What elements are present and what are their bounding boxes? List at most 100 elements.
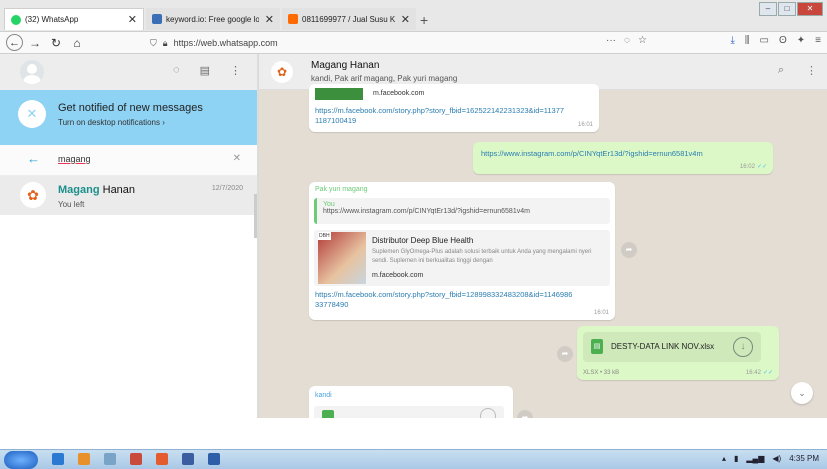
- page-actions-icon[interactable]: ···: [606, 35, 616, 46]
- minimize-button[interactable]: ‒: [759, 2, 777, 16]
- message-link[interactable]: https://www.instagram.com/p/CINYqtEr13d/…: [481, 149, 703, 158]
- forward-icon[interactable]: ➦: [517, 410, 533, 418]
- clear-search-icon[interactable]: ✕: [233, 153, 241, 164]
- maximize-button[interactable]: □: [778, 2, 796, 16]
- search-icon[interactable]: ⌕: [778, 64, 784, 77]
- reload-button[interactable]: ↻: [47, 34, 65, 52]
- download-icon[interactable]: ↓: [733, 337, 753, 357]
- pocket-icon[interactable]: ◌: [624, 35, 630, 46]
- app-icon[interactable]: [130, 453, 142, 465]
- bookmark-star-icon[interactable]: ☆: [638, 35, 647, 46]
- message-sender: Pak yuri magang: [315, 186, 368, 193]
- link-preview-domain: m.facebook.com: [373, 90, 425, 97]
- back-arrow-icon[interactable]: ←: [27, 151, 40, 166]
- chrome-icon[interactable]: [52, 453, 64, 465]
- menu-dots-icon[interactable]: ⋮: [230, 64, 241, 77]
- reader-view-icon[interactable]: ▭: [760, 35, 769, 46]
- extension-icon[interactable]: ✦: [797, 35, 805, 46]
- message-link[interactable]: https://m.facebook.com/story.php?story_f…: [315, 290, 575, 310]
- link-preview-domain: m.facebook.com: [372, 272, 424, 279]
- search-input[interactable]: magang: [58, 154, 91, 164]
- message-time-wrap: 16:02 ✓✓: [740, 163, 767, 170]
- message-outgoing: https://www.instagram.com/p/CINYqtEr13d/…: [473, 142, 773, 174]
- tab-keyword-io[interactable]: keyword.io: Free google longtai ✕: [146, 8, 280, 30]
- sidebar-header: ◌ ▤ ⋮: [0, 54, 257, 90]
- document-attachment[interactable]: ▤ DESTY-DATA LINK NOV.xlsx ↓: [583, 332, 761, 362]
- status-icon[interactable]: ◌: [173, 64, 180, 77]
- message-time: 16:42: [745, 370, 761, 376]
- forward-icon[interactable]: ➦: [557, 346, 573, 362]
- tab-jual-susu[interactable]: 0811699977 / Jual Susu Kolostr ✕: [282, 8, 416, 30]
- new-chat-icon[interactable]: ▤: [200, 64, 210, 77]
- tab-title: (32) WhatsApp: [25, 15, 79, 24]
- back-button[interactable]: ←: [6, 34, 23, 51]
- chat-list-item[interactable]: ✿ Magang Hanan 12/7/2020 You left: [0, 176, 257, 215]
- url-bar[interactable]: ⛉ 🔒︎ https://web.whatsapp.com: [150, 35, 650, 51]
- site-favicon-icon: [288, 14, 298, 24]
- sidebar: ◌ ▤ ⋮ ✕ Get notified of new messages Tur…: [0, 54, 258, 418]
- notification-title: Get notified of new messages: [58, 102, 203, 114]
- scroll-down-button[interactable]: ⌄: [791, 382, 813, 404]
- conversation-title: Magang Hanan: [311, 60, 380, 71]
- app-icon[interactable]: [104, 453, 116, 465]
- url-text[interactable]: https://web.whatsapp.com: [174, 38, 278, 48]
- forward-icon[interactable]: ➦: [621, 242, 637, 258]
- close-tab-icon[interactable]: ✕: [401, 13, 410, 26]
- chat-name: Magang Hanan: [58, 184, 135, 196]
- document-attachment[interactable]: [314, 406, 504, 418]
- word-icon[interactable]: [208, 453, 220, 465]
- firefox-icon[interactable]: [156, 453, 168, 465]
- browser-tab-bar: (32) WhatsApp ✕ keyword.io: Free google …: [0, 0, 827, 32]
- close-tab-icon[interactable]: ✕: [128, 13, 137, 26]
- quote-sender: You: [323, 201, 335, 208]
- chat-name-match: Magang: [58, 184, 100, 196]
- link-preview[interactable]: DBH Distributor Deep Blue Health Supleme…: [314, 230, 610, 286]
- system-tray: ▴ ▮ ▂▄▆ ◀) 4:35 PM: [714, 454, 819, 463]
- account-icon[interactable]: ʘ: [779, 35, 787, 46]
- battery-icon[interactable]: ▮: [734, 454, 738, 463]
- home-button[interactable]: ⌂: [68, 34, 86, 52]
- tray-arrow-icon[interactable]: ▴: [722, 454, 726, 463]
- message-link[interactable]: https://m.facebook.com/story.php?story_f…: [315, 106, 565, 126]
- download-icon[interactable]: [480, 408, 496, 418]
- taskbar-pinned-apps: [52, 453, 234, 465]
- tab-whatsapp[interactable]: (32) WhatsApp ✕: [4, 8, 144, 30]
- message-outgoing-document: ▤ DESTY-DATA LINK NOV.xlsx ↓ XLSX • 33 k…: [577, 326, 779, 380]
- message-time: 16:01: [577, 122, 593, 128]
- taskbar: ▴ ▮ ▂▄▆ ◀) 4:35 PM: [0, 449, 827, 469]
- whatsapp-icon: [11, 14, 21, 25]
- profile-avatar[interactable]: [20, 60, 44, 84]
- search-bar: ← magang ✕: [0, 145, 257, 176]
- sidebar-scrollbar[interactable]: [254, 194, 257, 238]
- tab-title: 0811699977 / Jual Susu Kolostr: [302, 14, 395, 24]
- chat-date: 12/7/2020: [211, 185, 243, 192]
- start-button[interactable]: [4, 451, 38, 469]
- menu-dots-icon[interactable]: ⋮: [806, 64, 817, 77]
- link-preview-image: DBH: [318, 232, 366, 284]
- volume-icon[interactable]: ◀): [772, 454, 781, 463]
- notification-banner[interactable]: ✕ Get notified of new messages Turn on d…: [0, 90, 257, 145]
- message-incoming: m.facebook.com https://m.facebook.com/st…: [309, 84, 599, 132]
- download-icon[interactable]: ⤓: [731, 35, 735, 46]
- tab-title: keyword.io: Free google longtai: [166, 14, 259, 24]
- notification-link[interactable]: Turn on desktop notifications ›: [58, 118, 165, 127]
- chat-last-message: You left: [58, 200, 85, 209]
- close-window-button[interactable]: ✕: [797, 2, 823, 16]
- app-icon[interactable]: [182, 453, 194, 465]
- page-info-icon[interactable]: ⛉: [150, 38, 157, 49]
- file-explorer-icon[interactable]: [78, 453, 90, 465]
- library-icon[interactable]: ⫼: [745, 35, 750, 46]
- lock-icon: 🔒︎: [162, 37, 168, 48]
- clock[interactable]: 4:35 PM: [789, 454, 819, 463]
- quoted-message[interactable]: You https://www.instagram.com/p/CINYqtEr…: [314, 198, 610, 224]
- message-time: 16:02: [739, 164, 755, 170]
- new-tab-button[interactable]: +: [420, 12, 428, 28]
- menu-icon[interactable]: ≡: [815, 35, 821, 46]
- network-icon[interactable]: ▂▄▆: [746, 454, 764, 463]
- url-bar-actions: ··· ◌ ☆: [606, 35, 655, 46]
- group-avatar[interactable]: ✿: [271, 61, 293, 83]
- browser-nav-bar: ← → ↻ ⌂ ⛉ 🔒︎ https://web.whatsapp.com ··…: [0, 32, 827, 54]
- forward-button[interactable]: →: [26, 34, 44, 52]
- close-tab-icon[interactable]: ✕: [265, 13, 274, 26]
- message-time: 16:01: [593, 310, 609, 316]
